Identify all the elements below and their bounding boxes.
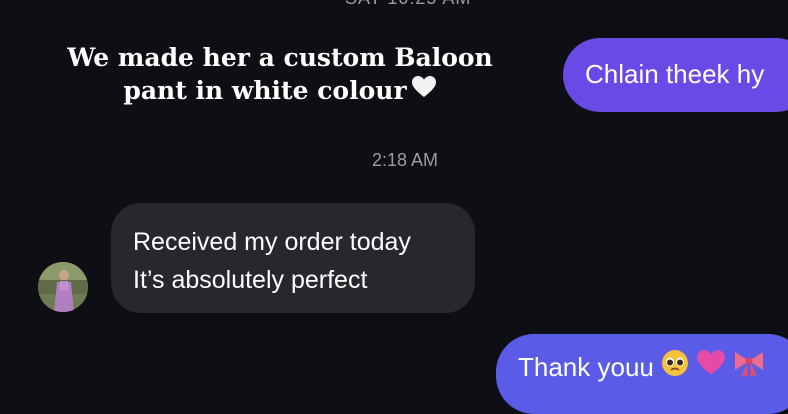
outgoing-message-bubble-2[interactable]: Thank youu: [496, 334, 788, 414]
avatar[interactable]: [38, 262, 88, 312]
pink-heart-emoji-icon: [696, 349, 726, 384]
caption-line-1: We made her a custom Baloon: [67, 43, 493, 72]
incoming-message-bubble[interactable]: Received my order today It’s absolutely …: [111, 203, 475, 313]
ribbon-emoji-icon: [732, 348, 766, 385]
white-heart-icon: [411, 74, 437, 107]
pleading-face-emoji-icon: [660, 348, 690, 385]
overlay-caption: We made her a custom Baloon pant in whit…: [60, 41, 500, 107]
timestamp-top: SAT 10:25 AM: [345, 0, 471, 9]
caption-line-2-wrap: pant in white colour: [60, 74, 500, 107]
incoming-message-line-1: Received my order today: [133, 228, 411, 256]
outgoing-message-text-2: Thank youu: [518, 352, 654, 382]
caption-line-2: pant in white colour: [123, 76, 407, 105]
timestamp-mid: 2:18 AM: [372, 150, 439, 170]
outgoing-message-text: Chlain theek hy: [585, 59, 765, 89]
incoming-message-line-2: It’s absolutely perfect: [133, 266, 368, 294]
outgoing-message-bubble[interactable]: Chlain theek hy: [563, 38, 788, 112]
